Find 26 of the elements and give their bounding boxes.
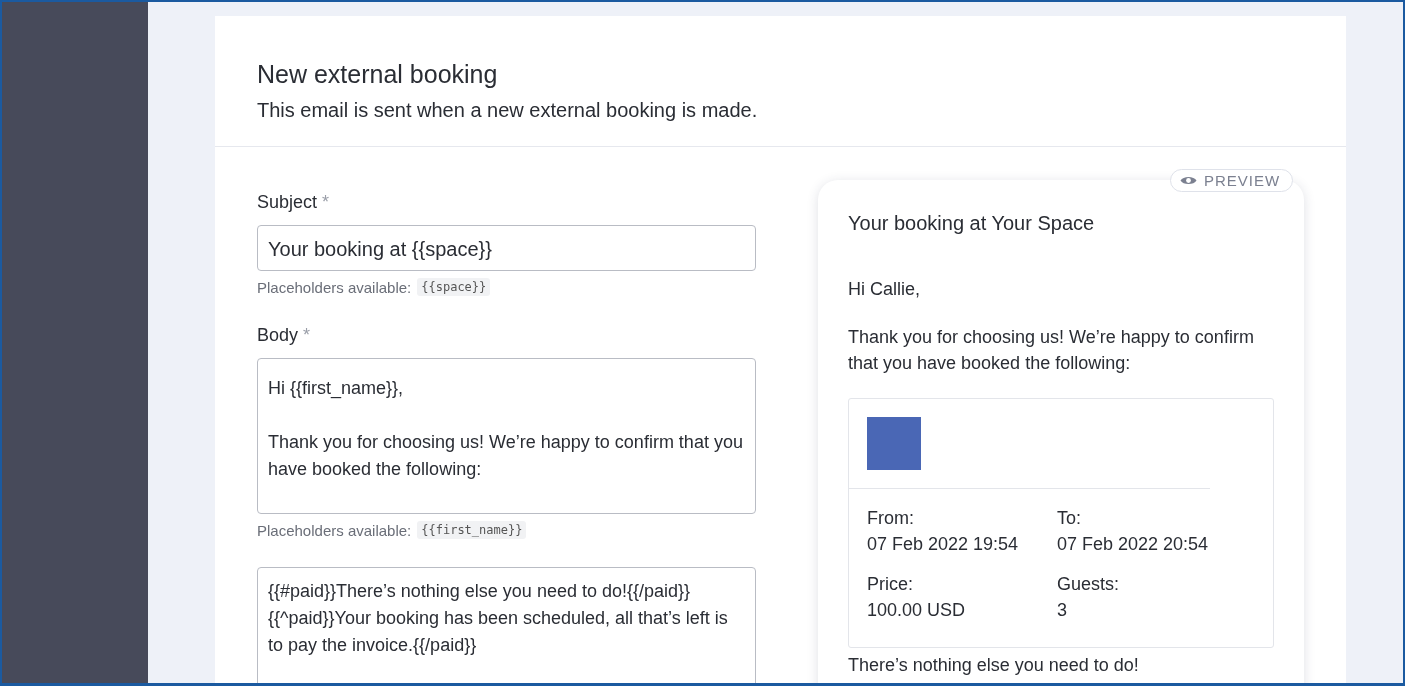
hint-text: Placeholders available: <box>257 278 412 296</box>
email-subject: Your booking at Your Space <box>848 211 1096 236</box>
field-label: Subject * <box>257 191 331 213</box>
hint-text: Placeholders available: <box>257 521 412 539</box>
eye-icon <box>1180 175 1197 186</box>
booking-value: 07 Feb 2022 20:54 <box>1057 533 1210 556</box>
page-subtitle: This email is sent when a new external booking is made. <box>257 98 759 123</box>
preview-badge: PREVIEW <box>1170 169 1294 192</box>
field-label: Body * <box>257 324 312 346</box>
booking-value: 3 <box>1057 599 1068 622</box>
booking-label: Price: <box>867 573 914 596</box>
body-field[interactable]: {{#paid}}There’s nothing else you need to do!{{/paid}} {{^paid}}Your booking has been scheduled, all that’s left is to pay the invoice.{{/paid}} <box>257 567 756 683</box>
email-greeting: Hi Callie, <box>848 278 922 301</box>
booking-label: To: <box>1057 507 1082 530</box>
body-field[interactable]: Hi {{first_name}}, Thank you for choosing us! We’re happy to confirm that you have booked the following: <box>257 358 756 514</box>
booking-label: From: <box>867 507 915 530</box>
placeholder-tag: {{first_name}} <box>417 521 527 539</box>
space-thumbnail <box>867 417 921 470</box>
placeholder-tag: {{space}} <box>417 278 491 296</box>
booking-label: Guests: <box>1057 573 1121 596</box>
page-title: New external booking <box>257 59 499 90</box>
email-intro: Thank you for choosing us! We’re happy to confirm that you have booked the following: <box>848 326 1255 375</box>
booking-value: 100.00 USD <box>867 599 967 622</box>
email-closing: There’s nothing else you need to do! <box>848 654 1140 677</box>
subject-field[interactable]: Your booking at {{space}} <box>257 225 756 271</box>
booking-value: 07 Feb 2022 19:54 <box>867 533 1020 556</box>
